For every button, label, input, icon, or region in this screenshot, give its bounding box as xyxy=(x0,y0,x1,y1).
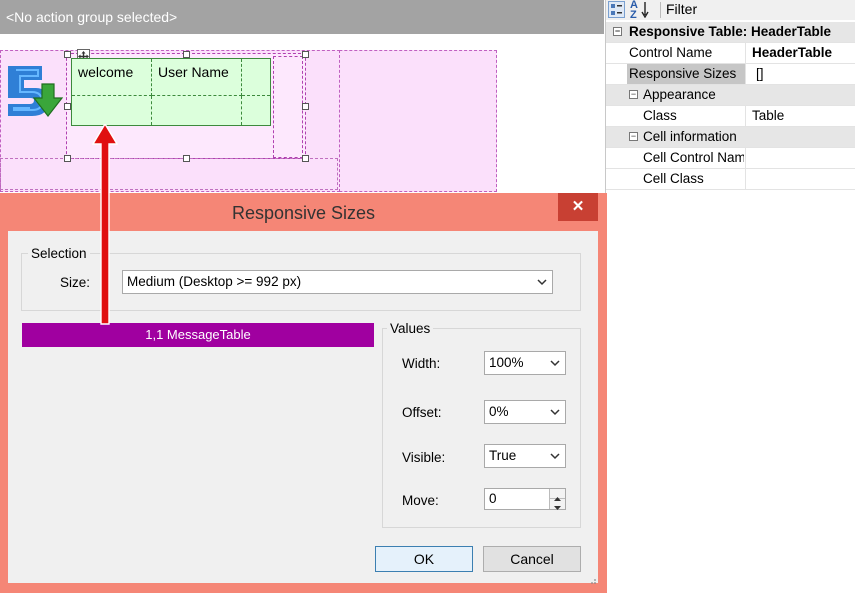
resize-handle[interactable] xyxy=(302,103,309,110)
spin-up-icon[interactable] xyxy=(550,489,565,501)
resize-grip-icon[interactable] xyxy=(588,573,597,584)
object-title-row[interactable]: − Responsive Table: HeaderTable xyxy=(606,22,855,43)
move-value: 0 xyxy=(489,491,497,506)
category-label: Appearance xyxy=(643,87,716,102)
resize-handle[interactable] xyxy=(183,51,190,58)
toolbar-separator xyxy=(660,2,661,18)
app-logo-icon xyxy=(2,60,64,122)
property-value[interactable]: [] xyxy=(745,64,855,84)
table-cell-empty[interactable] xyxy=(242,59,270,96)
visible-dropdown[interactable]: True xyxy=(484,444,566,468)
close-icon[interactable]: ✕ xyxy=(558,193,598,221)
size-dropdown[interactable]: Medium (Desktop >= 992 px) xyxy=(122,270,553,294)
alphabetical-sort-icon[interactable]: A Z xyxy=(628,0,656,21)
move-label: Move: xyxy=(402,493,439,508)
width-label: Width: xyxy=(402,356,441,371)
property-row[interactable]: Cell Control Nam xyxy=(606,148,855,169)
spin-down-icon[interactable] xyxy=(550,499,565,510)
property-name: Class xyxy=(643,108,677,123)
offset-value: 0% xyxy=(489,404,509,419)
resize-handle[interactable] xyxy=(64,51,71,58)
list-item-selected[interactable]: 1,1 MessageTable xyxy=(22,323,374,347)
ok-button[interactable]: OK xyxy=(375,546,473,572)
table-cell-empty[interactable] xyxy=(242,96,270,125)
resize-handle[interactable] xyxy=(302,51,309,58)
property-row-selected[interactable]: Responsive Sizes [] xyxy=(606,64,855,85)
table-cell-empty[interactable] xyxy=(152,96,242,125)
layout-cell-right[interactable] xyxy=(273,56,303,158)
annotation-arrow-icon xyxy=(92,124,118,325)
collapse-icon[interactable]: − xyxy=(629,90,638,99)
resize-handle[interactable] xyxy=(64,103,71,110)
property-name: Cell Class xyxy=(643,171,704,186)
action-group-bar: <No action group selected> xyxy=(0,0,604,34)
category-cell-information[interactable]: − Cell information xyxy=(606,127,855,148)
property-name: Control Name xyxy=(629,45,713,60)
chevron-down-icon[interactable] xyxy=(548,445,562,467)
categorized-icon[interactable] xyxy=(608,1,625,18)
move-stepper[interactable]: 0 xyxy=(484,488,566,510)
object-title: Responsive Table: HeaderTable xyxy=(629,24,832,39)
resize-handle[interactable] xyxy=(302,155,309,162)
chevron-down-icon[interactable] xyxy=(548,352,562,374)
property-row[interactable]: Cell Class xyxy=(606,169,855,190)
chevron-down-icon[interactable] xyxy=(535,271,549,293)
width-value: 100% xyxy=(489,355,524,370)
table-cell-welcome[interactable]: welcome xyxy=(72,59,152,96)
property-value[interactable] xyxy=(745,148,855,168)
visible-value: True xyxy=(489,448,517,463)
size-value: Medium (Desktop >= 992 px) xyxy=(127,274,302,289)
property-value[interactable]: Table xyxy=(745,106,855,126)
property-value[interactable] xyxy=(745,169,855,189)
category-label: Cell information xyxy=(643,129,737,144)
filter-label[interactable]: Filter xyxy=(666,0,697,20)
offset-dropdown[interactable]: 0% xyxy=(484,400,566,424)
selection-group-title: Selection xyxy=(28,246,90,261)
width-dropdown[interactable]: 100% xyxy=(484,351,566,375)
property-value[interactable]: HeaderTable xyxy=(745,43,855,63)
property-toolbar: A Z Filter xyxy=(606,0,855,21)
property-name: Cell Control Nam xyxy=(643,150,744,165)
resize-handle[interactable] xyxy=(64,155,71,162)
visible-label: Visible: xyxy=(402,450,446,465)
offset-label: Offset: xyxy=(402,405,442,420)
size-label: Size: xyxy=(60,275,91,290)
property-row[interactable]: Class Table xyxy=(606,106,855,127)
layout-cell-lower[interactable] xyxy=(0,158,338,190)
property-name: Responsive Sizes xyxy=(627,64,745,84)
table-cell-empty[interactable] xyxy=(72,96,152,125)
values-group-title: Values xyxy=(387,321,434,336)
property-grid[interactable]: A Z Filter − Responsive Table: HeaderTab… xyxy=(605,0,855,593)
collapse-icon[interactable]: − xyxy=(613,27,622,36)
cancel-button[interactable]: Cancel xyxy=(483,546,581,572)
resize-handle[interactable] xyxy=(183,155,190,162)
collapse-icon[interactable]: − xyxy=(629,132,638,141)
header-table[interactable]: welcome User Name xyxy=(71,58,271,126)
table-cell-user-name[interactable]: User Name xyxy=(152,59,242,96)
category-appearance[interactable]: − Appearance xyxy=(606,85,855,106)
property-row[interactable]: Control Name HeaderTable xyxy=(606,43,855,64)
chevron-down-icon[interactable] xyxy=(548,401,562,423)
